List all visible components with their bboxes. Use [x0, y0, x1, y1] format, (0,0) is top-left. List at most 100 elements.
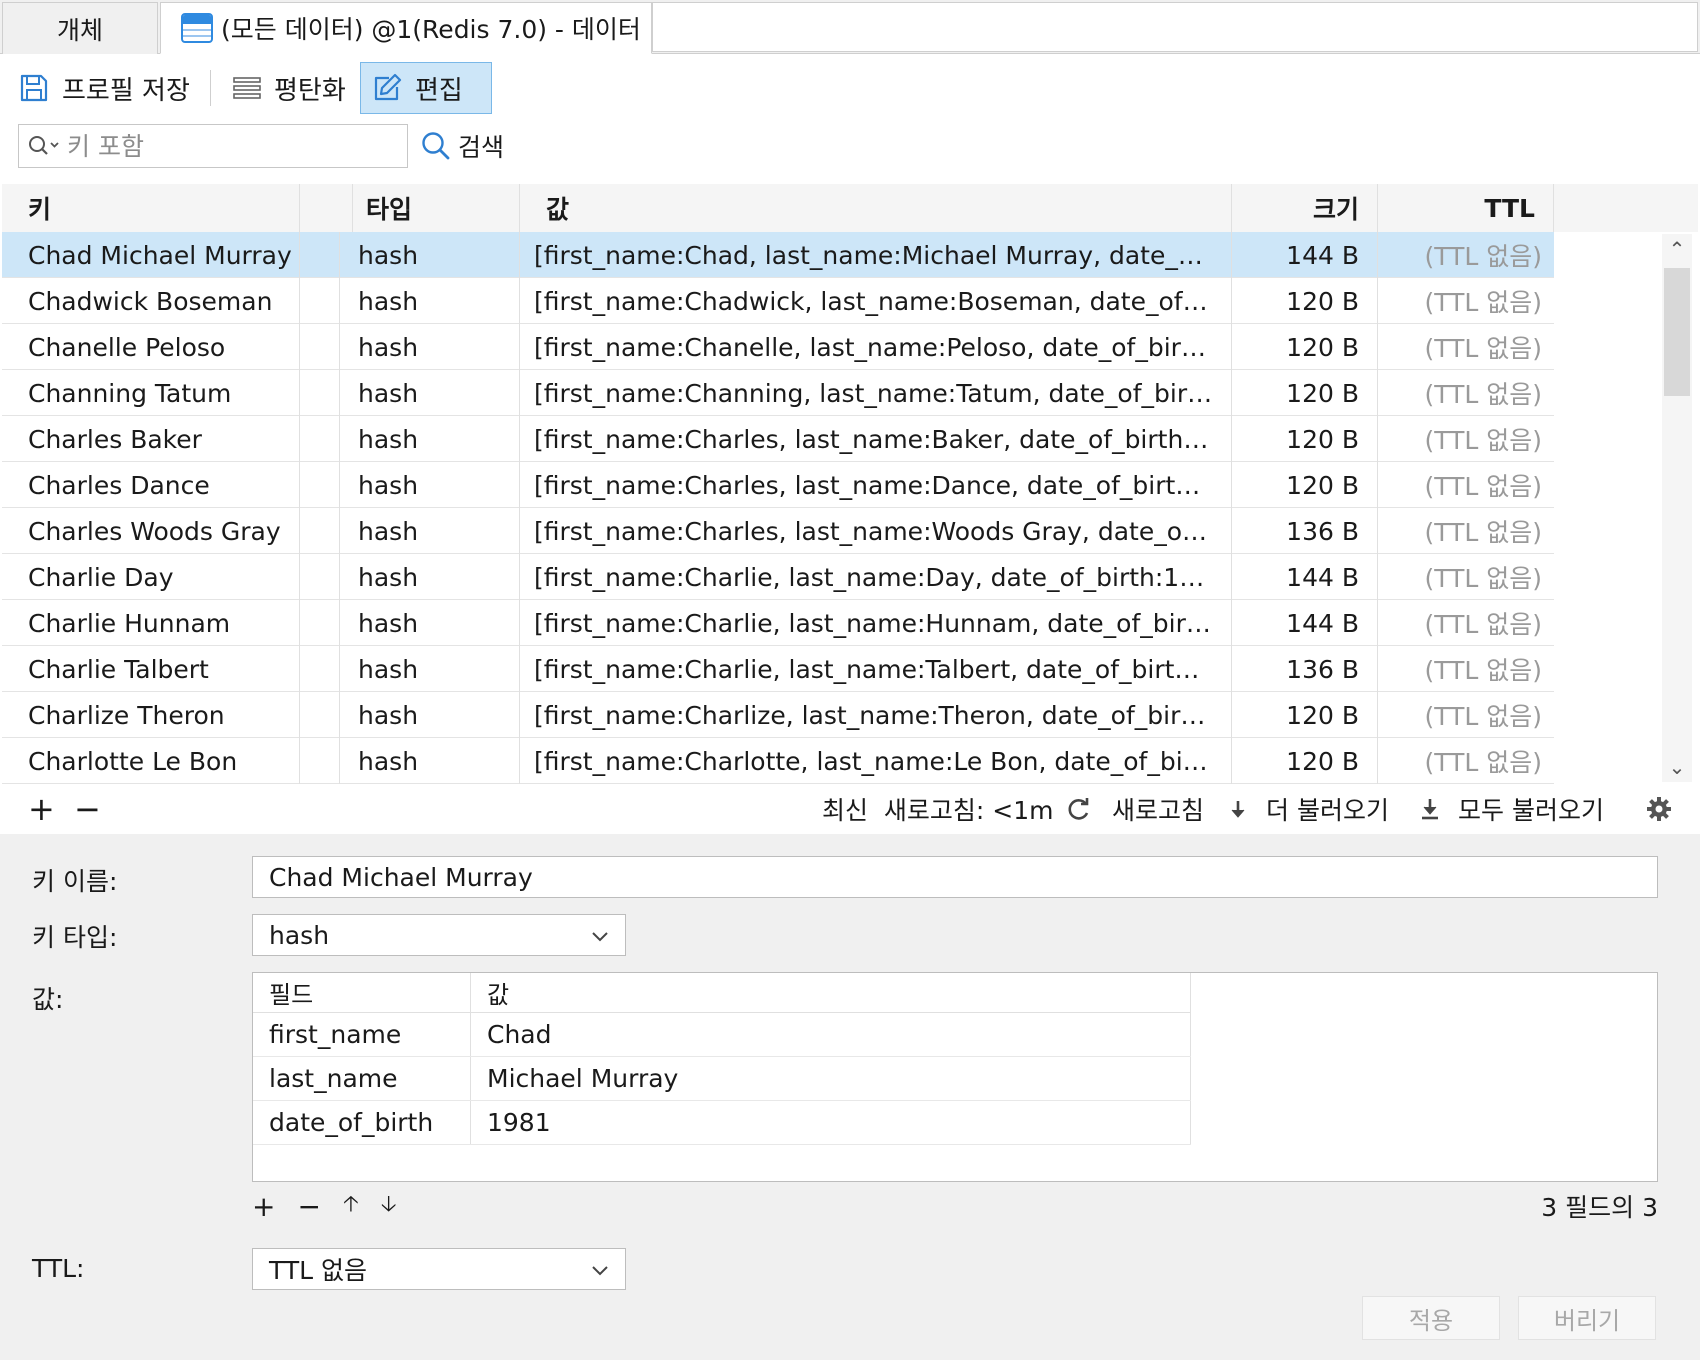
type-cell: hash — [340, 324, 520, 370]
table-row[interactable]: Charlize Theron hash [first_name:Charlize,… — [2, 692, 1554, 738]
value-cell: [first_name:Charles, last_name:Baker, da… — [520, 416, 1232, 462]
tab-data-label: (모든 데이터) @1(Redis 7.0) - 데이터 — [221, 15, 641, 44]
key-cell: Charlize Theron — [2, 692, 300, 738]
table-row[interactable]: Chad Michael Murray hash [first_name:Chad,… — [2, 232, 1554, 278]
search-button[interactable]: 검색 — [420, 124, 504, 168]
search-icon — [422, 132, 450, 160]
tab-objects[interactable]: 개체 — [2, 2, 158, 54]
scroll-up-icon[interactable]: ⌃ — [1662, 234, 1692, 264]
grid-header: 키 타입 값 크기 TTL — [2, 184, 1698, 232]
add-key-button[interactable]: + — [28, 784, 55, 834]
key-editor-panel: 키 이름: Chad Michael Murray 키 타입: hash 값: … — [0, 834, 1700, 1360]
column-header-type[interactable]: 타입 — [340, 184, 520, 232]
list-icon — [233, 77, 261, 99]
value-cell: [first_name:Charlotte, last_name:Le Bon,… — [520, 738, 1232, 784]
scroll-down-icon[interactable]: ⌄ — [1662, 752, 1692, 782]
key-cell: Channing Tatum — [2, 370, 300, 416]
value-text: [first_name:Chad, last_name:Michael Murr… — [534, 240, 1213, 270]
gear-icon[interactable] — [1646, 784, 1672, 834]
value-text: [first_name:Charlie, last_name:Hunnam, d… — [534, 608, 1213, 638]
ttl-label: TTL: — [32, 1254, 85, 1283]
column-header-value[interactable]: 값 — [520, 184, 1232, 232]
search-options-icon[interactable] — [27, 133, 61, 159]
table-row[interactable]: Charles Woods Gray hash [first_name:Charle… — [2, 508, 1554, 554]
key-name-label: 키 이름: — [32, 867, 118, 896]
size-cell: 144 B — [1232, 232, 1378, 278]
load-all-button[interactable]: 모두 불러오기 — [1420, 784, 1604, 834]
key-name-input[interactable]: Chad Michael Murray — [252, 856, 1658, 898]
load-more-button[interactable]: 더 불러오기 — [1228, 784, 1389, 834]
key-cell: Charles Baker — [2, 416, 300, 462]
hash-field-row[interactable]: date_of_birth 1981 — [253, 1101, 1191, 1145]
vertical-scrollbar[interactable]: ⌃ ⌄ — [1662, 234, 1692, 782]
key-cell: Chad Michael Murray — [2, 232, 300, 278]
table-row[interactable]: Charlotte Le Bon hash [first_name:Charlott… — [2, 738, 1554, 784]
size-cell: 144 B — [1232, 554, 1378, 600]
move-down-icon[interactable]: 🡣 — [381, 1187, 397, 1225]
type-cell: hash — [340, 646, 520, 692]
remove-field-button[interactable]: − — [297, 1190, 320, 1223]
tab-data[interactable]: (모든 데이터) @1(Redis 7.0) - 데이터 — [160, 2, 652, 54]
value-text: [first_name:Charles, last_name:Dance, da… — [534, 470, 1213, 500]
table-row[interactable]: Chadwick Boseman hash [first_name:Chadwick… — [2, 278, 1554, 324]
ttl-cell: (TTL 없음) — [1424, 702, 1543, 731]
table-row[interactable]: Chanelle Peloso hash [first_name:Chanelle,… — [2, 324, 1554, 370]
hash-fields-header: 필드 값 — [253, 973, 1191, 1013]
key-cell: Chanelle Peloso — [2, 324, 300, 370]
table-row[interactable]: Charlie Hunnam hash [first_name:Charlie, l… — [2, 600, 1554, 646]
field-name-cell[interactable]: date_of_birth — [253, 1101, 471, 1144]
table-row[interactable]: Charlie Talbert hash [first_name:Charlie, … — [2, 646, 1554, 692]
search-button-label: 검색 — [458, 133, 505, 162]
hash-field-row[interactable]: last_name Michael Murray — [253, 1057, 1191, 1101]
blank-cell — [300, 462, 340, 508]
scrollbar-thumb[interactable] — [1664, 268, 1690, 396]
type-cell: hash — [340, 278, 520, 324]
size-cell: 136 B — [1232, 508, 1378, 554]
move-up-icon[interactable]: 🡡 — [343, 1187, 359, 1225]
chevron-down-icon — [592, 1266, 608, 1276]
blank-cell — [300, 324, 340, 370]
blank-cell — [300, 278, 340, 324]
column-header-key[interactable]: 키 — [2, 184, 300, 232]
field-column-header[interactable]: 필드 — [253, 973, 471, 1012]
add-field-button[interactable]: + — [252, 1190, 275, 1223]
field-tools: + − 🡡 🡣 — [252, 1184, 419, 1228]
apply-button[interactable]: 적용 — [1362, 1296, 1500, 1340]
search-field[interactable] — [18, 124, 408, 168]
key-cell: Charlie Day — [2, 554, 300, 600]
value-cell: [first_name:Charlize, last_name:Theron, … — [520, 692, 1232, 738]
load-all-icon — [1422, 799, 1438, 820]
search-input[interactable] — [67, 131, 367, 161]
value-cell: [first_name:Charlie, last_name:Day, date… — [520, 554, 1232, 600]
table-row[interactable]: Charles Baker hash [first_name:Charles, la… — [2, 416, 1554, 462]
refresh-button[interactable]: 새로고침 — [1066, 784, 1204, 834]
field-value-cell[interactable]: Michael Murray — [471, 1057, 1191, 1100]
value-cell: [first_name:Chanelle, last_name:Peloso, … — [520, 324, 1232, 370]
key-type-select[interactable]: hash — [252, 914, 626, 956]
field-name-cell[interactable]: last_name — [253, 1057, 471, 1100]
blank-cell — [300, 416, 340, 462]
table-row[interactable]: Channing Tatum hash [first_name:Channing, … — [2, 370, 1554, 416]
remove-key-button[interactable]: − — [74, 784, 101, 834]
ttl-select[interactable]: TTL 없음 — [252, 1248, 626, 1290]
value-column-header[interactable]: 값 — [471, 973, 1191, 1012]
table-row[interactable]: Charlie Day hash [first_name:Charlie, last… — [2, 554, 1554, 600]
flatten-button[interactable]: 평탄화 — [222, 62, 356, 114]
field-name-cell[interactable]: first_name — [253, 1013, 471, 1056]
blank-cell — [300, 232, 340, 278]
table-icon — [181, 13, 213, 43]
save-profile-label: 프로필 저장 — [62, 75, 190, 106]
column-header-size[interactable]: 크기 — [1232, 184, 1378, 232]
blank-cell — [300, 600, 340, 646]
edit-button[interactable]: 편집 — [360, 62, 492, 114]
hash-field-row[interactable]: first_name Chad — [253, 1013, 1191, 1057]
size-cell: 120 B — [1232, 278, 1378, 324]
save-profile-button[interactable]: 프로필 저장 — [8, 62, 200, 114]
column-header-ttl[interactable]: TTL — [1378, 184, 1554, 232]
tab-bar-filler — [652, 2, 1698, 52]
field-value-cell[interactable]: Chad — [471, 1013, 1191, 1056]
table-row[interactable]: Charles Dance hash [first_name:Charles, la… — [2, 462, 1554, 508]
edit-icon — [374, 73, 402, 101]
discard-button[interactable]: 버리기 — [1518, 1296, 1656, 1340]
field-value-cell[interactable]: 1981 — [471, 1101, 1191, 1144]
